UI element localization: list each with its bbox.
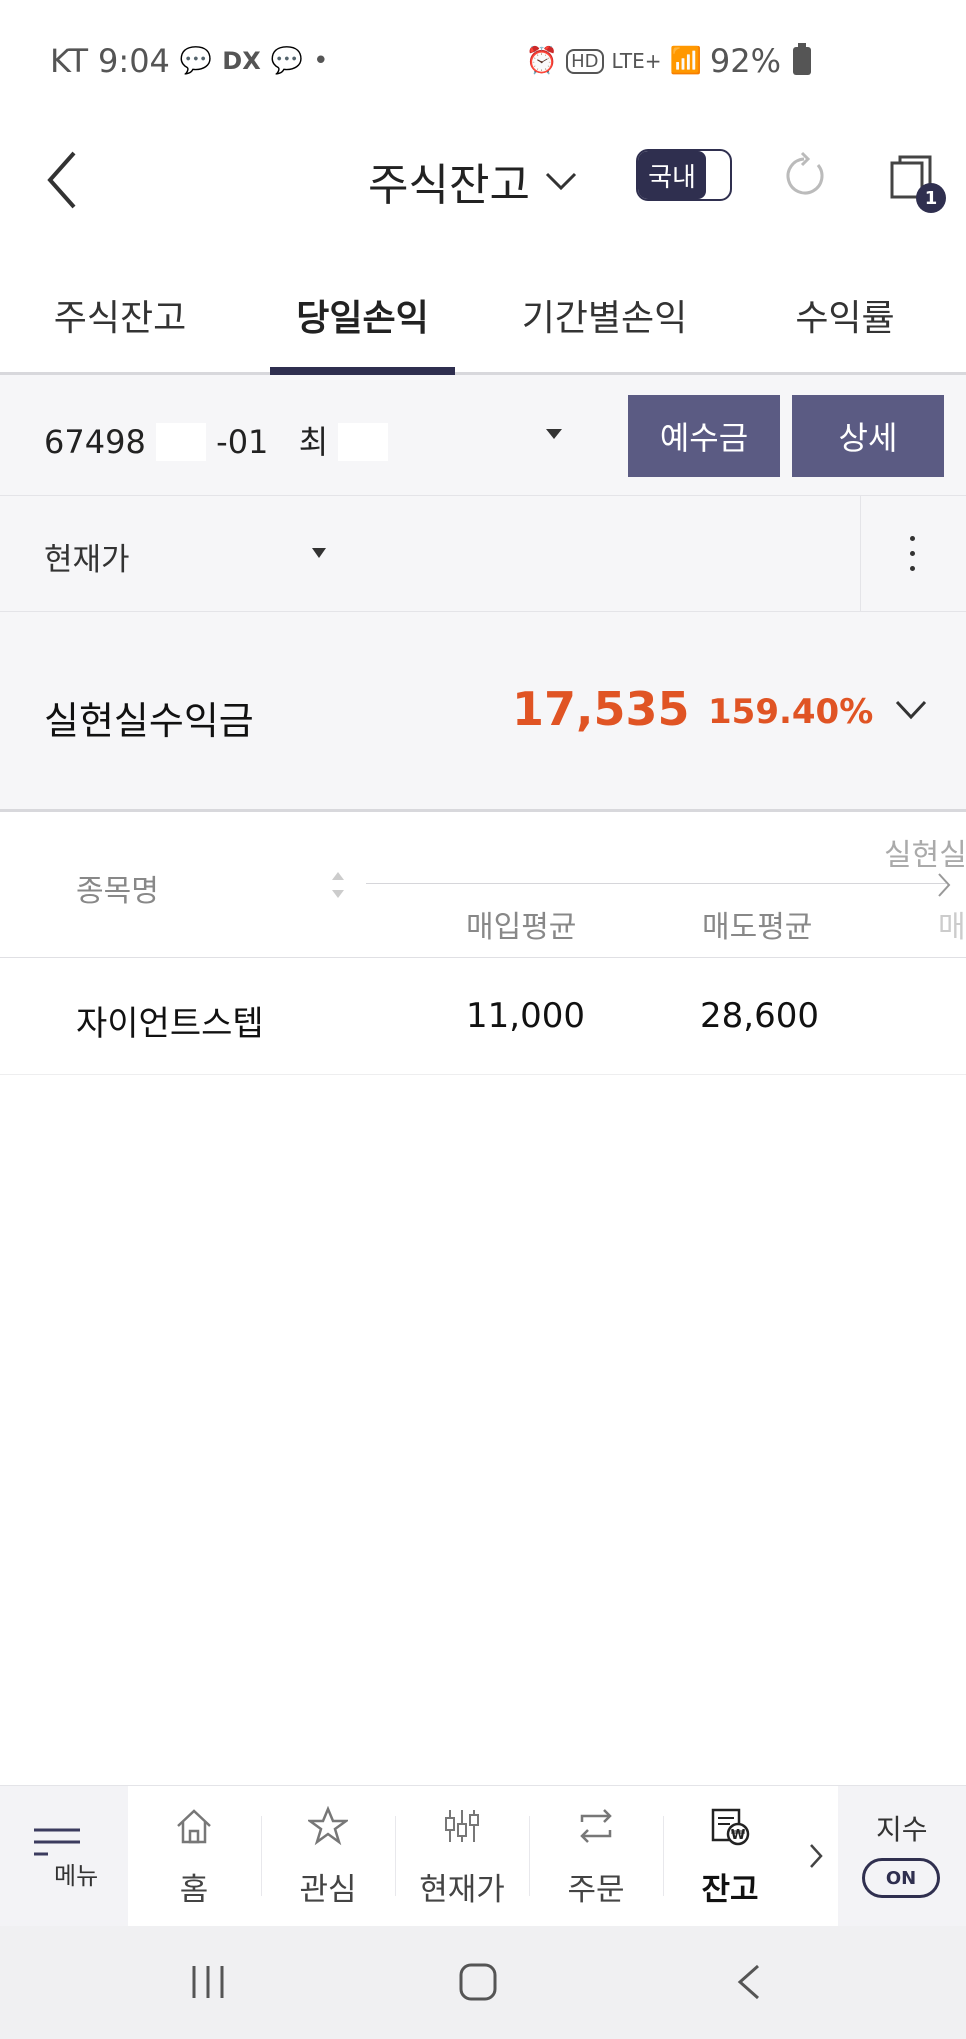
nav-order[interactable]: 주문: [530, 1786, 662, 1926]
tab-stock-balance[interactable]: 주식잔고: [40, 289, 200, 341]
sort-icon[interactable]: [330, 870, 346, 900]
detail-button[interactable]: 상세: [792, 395, 944, 477]
col-header-buy-avg: 매입평균: [466, 910, 577, 945]
table-header: 종목명 실현실 매입평균 매도평균 매: [0, 812, 966, 958]
alarm-icon: ⏰: [525, 46, 559, 76]
battery-icon: [793, 43, 811, 75]
market-toggle-label: 국내: [638, 151, 706, 199]
chevron-down-icon: [895, 700, 927, 720]
nav-scroll-right[interactable]: [808, 1842, 824, 1874]
home-system-icon[interactable]: [458, 1962, 498, 2002]
menu-label: 메뉴: [54, 1862, 99, 1890]
divider: [860, 496, 861, 611]
account-selector[interactable]: 67498 -01 최: [44, 417, 564, 463]
refresh-icon: [786, 151, 824, 195]
summary-rate: 159.40%: [708, 692, 874, 732]
svg-text:₩: ₩: [731, 1828, 746, 1843]
app-header: 주식잔고 국내 1: [0, 125, 966, 245]
active-tab-indicator: [270, 367, 455, 375]
nav-balance-label: 잔고: [701, 1872, 759, 1908]
realized-profit-summary: 실현실수익금 17,535 159.40%: [0, 612, 966, 812]
account-owner: 최: [298, 423, 329, 461]
col-header-realized: 실현실: [884, 838, 966, 873]
message-icon: 💬: [179, 46, 213, 76]
index-label: 지수: [876, 1813, 928, 1846]
bottom-nav: 메뉴 홈 관심 현재가 주문 ₩ 잔고 지수 ON: [0, 1785, 966, 1926]
summary-label: 실현실수익금: [44, 699, 254, 743]
carrier-label: KT: [50, 42, 89, 80]
refresh-button[interactable]: [780, 151, 830, 201]
scroll-right-icon[interactable]: [936, 872, 952, 902]
header-divider-line: [366, 883, 946, 884]
hd-icon: HD: [566, 48, 604, 74]
market-toggle[interactable]: 국내: [636, 149, 732, 201]
nav-home[interactable]: 홈: [128, 1786, 260, 1926]
system-nav-bar: [0, 1926, 966, 2039]
candlestick-icon: [445, 1810, 479, 1842]
expand-button[interactable]: [895, 700, 927, 720]
col-header-name[interactable]: 종목명: [76, 866, 159, 910]
account-number-suffix: -01: [216, 423, 269, 461]
col-header-cut: 매: [938, 910, 966, 945]
status-bar: KT 9:04 💬 DX 💬 • ⏰ HD LTE+ 📶 92%: [0, 0, 966, 125]
menu-button[interactable]: 메뉴: [0, 1786, 128, 1926]
window-button[interactable]: 1: [888, 153, 948, 213]
nav-order-label: 주문: [567, 1872, 625, 1908]
deposit-button[interactable]: 예수금: [628, 395, 780, 477]
tab-period-pnl[interactable]: 기간별손익: [512, 289, 697, 341]
battery-percent: 92%: [709, 42, 781, 80]
index-toggle[interactable]: ON: [862, 1858, 940, 1898]
signal-icon: 📶: [669, 46, 702, 76]
more-options-icon[interactable]: [900, 534, 926, 574]
caret-down-icon[interactable]: [546, 429, 562, 439]
chevron-down-icon: [545, 172, 576, 191]
chevron-right-icon: [810, 1844, 823, 1868]
nav-current-price-label: 현재가: [419, 1872, 505, 1908]
dot-icon: •: [313, 46, 329, 76]
exchange-icon: [580, 1809, 612, 1843]
summary-amount: 17,535: [512, 682, 690, 736]
clock: 9:04: [98, 42, 170, 80]
status-right: ⏰ HD LTE+ 📶 92%: [526, 42, 811, 80]
recent-apps-icon[interactable]: [190, 1964, 226, 2000]
talk-icon: 💬: [270, 46, 304, 76]
account-row: 67498 -01 최 예수금 상세: [0, 375, 966, 496]
balance-won-icon: ₩: [711, 1808, 750, 1846]
buy-average: 11,000: [466, 996, 585, 1036]
index-panel: 지수: [838, 1786, 966, 1926]
nav-watchlist[interactable]: 관심: [262, 1786, 394, 1926]
tab-return-rate[interactable]: 수익률: [770, 289, 920, 341]
chevron-left-icon: [47, 151, 76, 209]
sell-average: 28,600: [700, 996, 819, 1036]
home-icon: [177, 1809, 211, 1844]
window-count-badge: 1: [916, 183, 946, 213]
price-filter-row: 현재가: [0, 496, 966, 612]
table-row[interactable]: 자이언트스텝 11,000 28,600: [0, 958, 966, 1075]
title-dropdown[interactable]: 주식잔고: [368, 149, 578, 213]
dx-app-icon: DX: [222, 47, 261, 75]
tab-daily-pnl[interactable]: 당일손익: [270, 289, 455, 341]
price-filter-select[interactable]: 현재가: [44, 534, 130, 579]
nav-home-label: 홈: [179, 1872, 209, 1908]
tab-bar: 주식잔고 당일손익 기간별손익 수익률: [0, 245, 966, 375]
account-number-prefix: 67498: [44, 423, 146, 461]
nav-balance[interactable]: ₩ 잔고: [664, 1786, 796, 1926]
back-system-icon[interactable]: [736, 1964, 762, 2000]
status-left: KT 9:04 💬 DX 💬 •: [50, 42, 328, 80]
back-button[interactable]: [40, 145, 100, 215]
network-label: LTE+: [611, 49, 662, 73]
page-title: 주식잔고: [368, 160, 530, 211]
nav-watchlist-label: 관심: [299, 1872, 357, 1908]
nav-current-price[interactable]: 현재가: [396, 1786, 528, 1926]
stock-name: 자이언트스텝: [76, 1004, 264, 1044]
star-icon: [308, 1806, 348, 1846]
caret-down-icon[interactable]: [312, 548, 326, 558]
col-header-sell-avg: 매도평균: [702, 910, 813, 945]
